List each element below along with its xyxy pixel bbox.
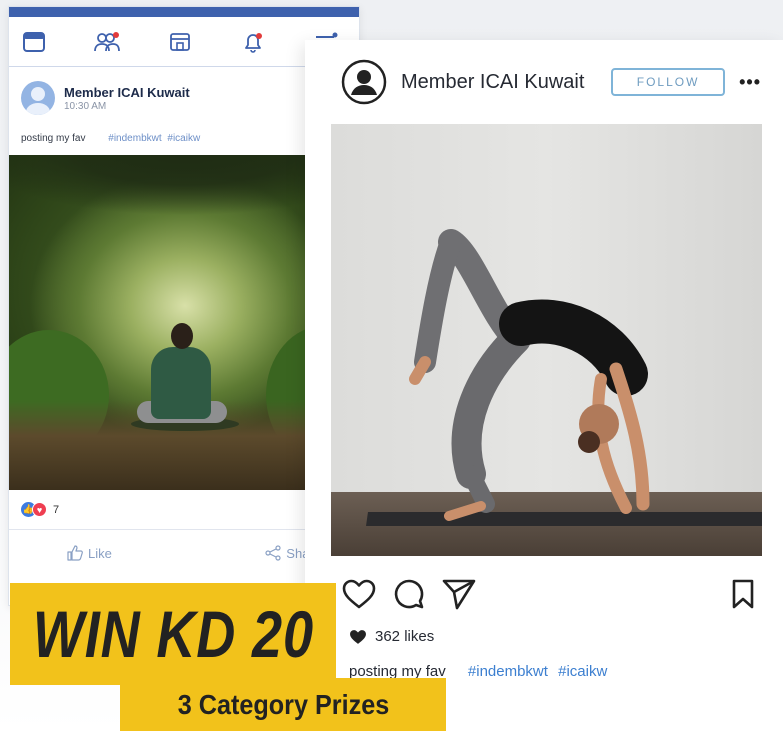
more-options-icon[interactable]: ••• xyxy=(739,72,761,93)
fb-author-name[interactable]: Member ICAI Kuwait xyxy=(64,85,190,100)
follow-button[interactable]: FOLLOW xyxy=(611,68,726,96)
filled-heart-icon xyxy=(350,629,366,644)
ig-hashtags[interactable]: #indembkwt #icaikw xyxy=(468,663,607,680)
promo-subtitle: 3 Category Prizes xyxy=(177,688,389,720)
promo-title: WIN KD 20 xyxy=(32,597,314,671)
bookmark-icon[interactable] xyxy=(725,576,761,612)
thumbs-up-icon xyxy=(67,545,83,561)
avatar[interactable] xyxy=(21,81,55,115)
share-icon xyxy=(265,545,281,561)
fb-like-button[interactable]: Like xyxy=(67,545,112,561)
fb-hashtags[interactable]: #indembkwt #icaikw xyxy=(108,133,200,144)
photo-person-head xyxy=(171,323,193,349)
photo-yoga-figure xyxy=(409,229,650,521)
user-avatar-icon[interactable] xyxy=(341,59,387,105)
heart-icon[interactable] xyxy=(341,576,377,612)
promo-sub-banner: 3 Category Prizes xyxy=(120,678,446,731)
photo-person-body xyxy=(151,347,211,419)
ig-author-name[interactable]: Member ICAI Kuwait xyxy=(401,71,584,94)
fb-top-bar xyxy=(9,7,359,17)
love-reaction-icon: ♥ xyxy=(32,502,47,517)
ig-action-bar xyxy=(341,574,761,614)
fb-caption-text: posting my fav xyxy=(21,133,86,144)
home-icon[interactable] xyxy=(21,29,47,55)
marketplace-icon[interactable] xyxy=(167,29,193,55)
ig-post-header: Member ICAI Kuwait FOLLOW ••• xyxy=(305,40,783,124)
send-icon[interactable] xyxy=(441,576,477,612)
ig-likes-row: 362 likes xyxy=(349,628,434,645)
bell-icon[interactable] xyxy=(240,29,266,55)
friends-icon[interactable] xyxy=(94,29,120,55)
fb-like-label: Like xyxy=(88,545,112,561)
instagram-post-card: Member ICAI Kuwait FOLLOW ••• 362 likes … xyxy=(305,40,783,731)
fb-post-time: 10:30 AM xyxy=(64,100,107,112)
fb-reaction-count[interactable]: 7 xyxy=(53,504,59,516)
ig-likes-count[interactable]: 362 likes xyxy=(375,628,434,645)
comment-icon[interactable] xyxy=(391,576,427,612)
ig-post-photo[interactable] xyxy=(331,124,762,556)
promo-banner: WIN KD 20 xyxy=(10,583,336,685)
